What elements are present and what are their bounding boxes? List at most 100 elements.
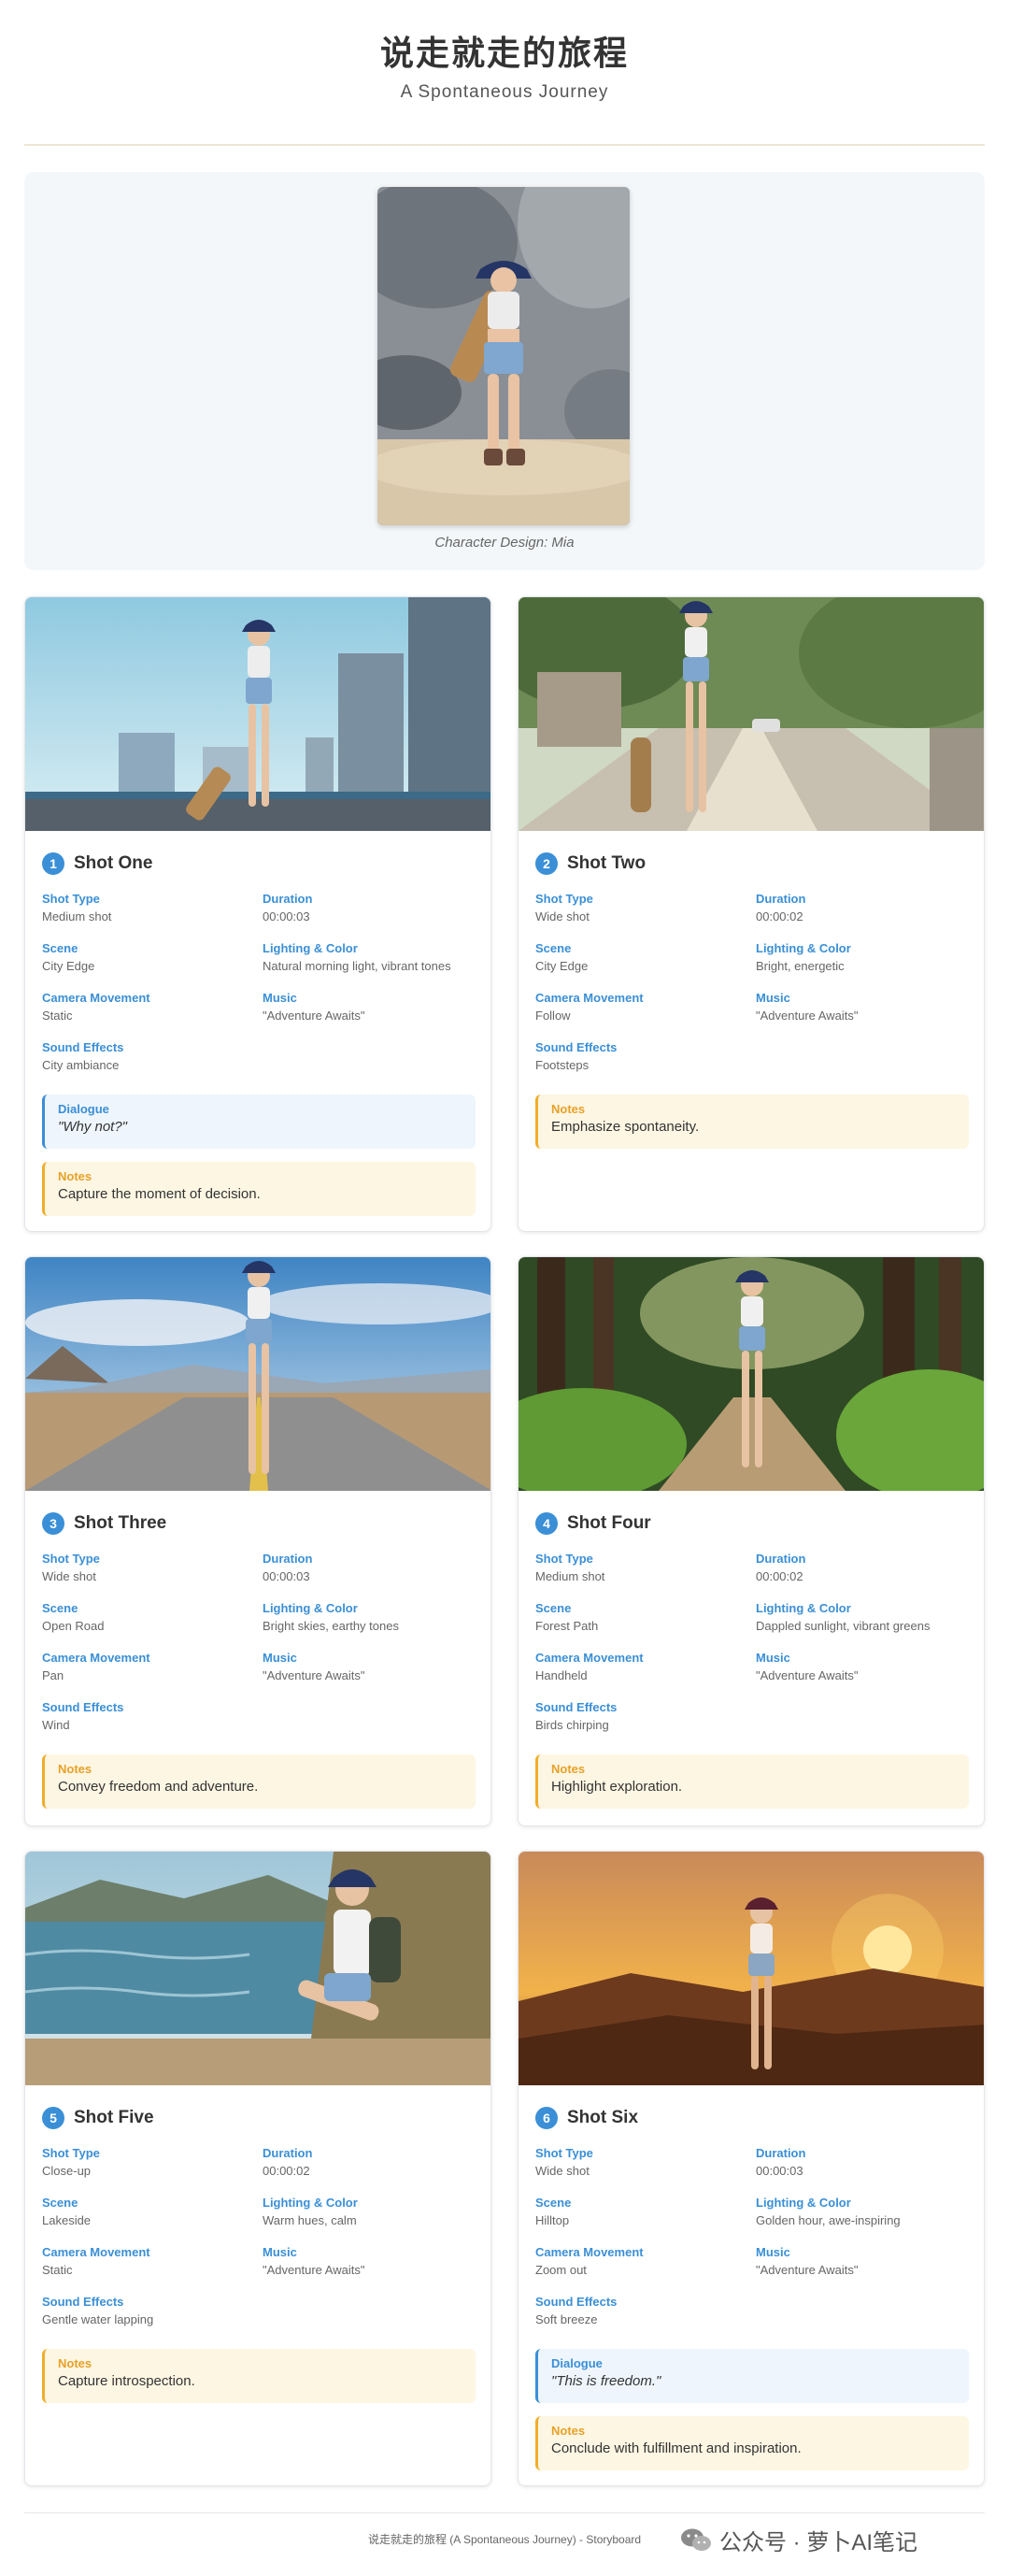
- field-lighting: Lighting & Color Natural morning light, …: [263, 940, 477, 976]
- character-image: [377, 187, 630, 525]
- character-design-panel: Character Design: Mia: [24, 172, 985, 570]
- field-value: 00:00:02: [756, 1569, 803, 1583]
- field-value: Wide shot: [42, 1569, 96, 1583]
- watermark: 公众号 · 萝卜AI笔记: [680, 2524, 917, 2556]
- dialogue-label: Dialogue: [551, 2356, 603, 2370]
- field-camera: Camera Movement Handheld: [535, 1650, 750, 1685]
- field-label: Camera Movement: [42, 2245, 150, 2259]
- field-shot-type: Shot Type Wide shot: [535, 891, 750, 926]
- field-value: Forest Path: [535, 1619, 599, 1633]
- field-label: Lighting & Color: [756, 1601, 851, 1615]
- field-label: Scene: [42, 2196, 78, 2210]
- field-label: Lighting & Color: [756, 2196, 851, 2210]
- field-shot-type: Shot Type Close-up: [42, 2145, 257, 2181]
- field-lighting: Lighting & Color Warm hues, calm: [263, 2195, 477, 2230]
- shot-card-1: 1 Shot One Shot Type Medium shot Duratio…: [24, 596, 491, 1232]
- notes-box: Notes Convey freedom and adventure.: [42, 1754, 476, 1809]
- notes-text: Convey freedom and adventure.: [58, 1779, 259, 1795]
- field-value: Pan: [42, 1668, 64, 1682]
- shot-title: Shot Five: [74, 2108, 154, 2127]
- field-scene: Scene City Edge: [535, 940, 750, 976]
- field-label: Duration: [756, 2146, 806, 2160]
- shot-number-badge: 1: [42, 852, 64, 875]
- notes-label: Notes: [551, 1102, 586, 1116]
- field-value: Golden hour, awe-inspiring: [756, 2213, 901, 2227]
- field-scene: Scene Open Road: [42, 1600, 257, 1636]
- field-scene: Scene City Edge: [42, 940, 257, 976]
- shot-card-4: 4 Shot Four Shot Type Medium shot Durati…: [518, 1256, 985, 1826]
- field-duration: Duration 00:00:03: [263, 1551, 477, 1586]
- field-value: "Adventure Awaits": [756, 1009, 859, 1023]
- field-value: Hilltop: [535, 2213, 570, 2227]
- field-shot-type: Shot Type Wide shot: [535, 2145, 750, 2181]
- field-label: Lighting & Color: [263, 1601, 358, 1615]
- field-value: 00:00:03: [756, 2164, 803, 2178]
- field-label: Duration: [263, 1552, 313, 1566]
- field-value: Bright skies, earthy tones: [263, 1619, 399, 1633]
- field-duration: Duration 00:00:02: [756, 891, 971, 926]
- shot-title: Shot Three: [74, 1513, 167, 1533]
- field-camera: Camera Movement Zoom out: [535, 2244, 750, 2280]
- shot-number-badge: 6: [535, 2107, 558, 2129]
- field-value: Warm hues, calm: [263, 2213, 357, 2227]
- shot-image-6: [519, 1852, 984, 2085]
- shot-title: Shot Four: [567, 1513, 651, 1533]
- notes-text: Capture introspection.: [58, 2373, 195, 2389]
- wechat-icon: [681, 2528, 711, 2551]
- field-value: City Edge: [535, 959, 589, 973]
- field-value: Natural morning light, vibrant tones: [263, 959, 451, 973]
- field-label: Sound Effects: [535, 1040, 618, 1054]
- field-value: Handheld: [535, 1668, 588, 1682]
- field-camera: Camera Movement Pan: [42, 1650, 257, 1685]
- field-label: Camera Movement: [535, 2245, 644, 2259]
- field-value: 00:00:02: [263, 2164, 310, 2178]
- shot-number-badge: 3: [42, 1512, 64, 1535]
- field-music: Music "Adventure Awaits": [263, 1650, 477, 1685]
- shot-title: Shot One: [74, 853, 153, 873]
- shot-heading-5: 5 Shot Five: [42, 2106, 154, 2130]
- field-label: Music: [756, 1651, 790, 1665]
- field-value: 00:00:02: [756, 909, 803, 923]
- field-value: "Adventure Awaits": [756, 1668, 859, 1682]
- field-value: Medium shot: [42, 909, 112, 923]
- shot-card-5: 5 Shot Five Shot Type Close-up Duration …: [24, 1851, 491, 2486]
- field-label: Sound Effects: [535, 2295, 618, 2309]
- field-sound: Sound Effects Birds chirping: [535, 1699, 750, 1735]
- field-label: Camera Movement: [42, 991, 150, 1005]
- footer-divider: [24, 2512, 985, 2513]
- field-label: Shot Type: [535, 892, 593, 906]
- field-label: Music: [263, 991, 297, 1005]
- field-value: Medium shot: [535, 1569, 605, 1583]
- field-duration: Duration 00:00:02: [756, 1551, 971, 1586]
- field-lighting: Lighting & Color Bright, energetic: [756, 940, 971, 976]
- field-label: Duration: [263, 2146, 313, 2160]
- field-label: Music: [756, 991, 790, 1005]
- field-label: Scene: [42, 941, 78, 955]
- field-scene: Scene Forest Path: [535, 1600, 750, 1636]
- shot-heading-6: 6 Shot Six: [535, 2106, 638, 2130]
- dialogue-text: "Why not?": [58, 1119, 128, 1135]
- shot-card-2: 2 Shot Two Shot Type Wide shot Duration …: [518, 596, 985, 1232]
- field-sound: Sound Effects Gentle water lapping: [42, 2294, 257, 2329]
- field-duration: Duration 00:00:03: [263, 891, 477, 926]
- notes-box: Notes Emphasize spontaneity.: [535, 1095, 969, 1149]
- field-shot-type: Shot Type Medium shot: [535, 1551, 750, 1586]
- notes-label: Notes: [551, 1762, 586, 1776]
- field-music: Music "Adventure Awaits": [263, 990, 477, 1025]
- field-label: Sound Effects: [42, 1700, 124, 1714]
- field-scene: Scene Hilltop: [535, 2195, 750, 2230]
- field-label: Lighting & Color: [756, 941, 851, 955]
- field-value: Open Road: [42, 1619, 105, 1633]
- field-label: Camera Movement: [535, 991, 644, 1005]
- dialogue-label: Dialogue: [58, 1102, 109, 1116]
- dialogue-box: Dialogue "This is freedom.": [535, 2349, 969, 2403]
- notes-box: Notes Capture introspection.: [42, 2349, 476, 2403]
- field-label: Shot Type: [535, 1552, 593, 1566]
- notes-text: Capture the moment of decision.: [58, 1186, 261, 1202]
- field-value: Birds chirping: [535, 1718, 609, 1732]
- shot-heading-4: 4 Shot Four: [535, 1511, 651, 1536]
- field-value: Close-up: [42, 2164, 92, 2178]
- field-label: Lighting & Color: [263, 2196, 358, 2210]
- field-shot-type: Shot Type Medium shot: [42, 891, 257, 926]
- field-value: Soft breeze: [535, 2312, 598, 2326]
